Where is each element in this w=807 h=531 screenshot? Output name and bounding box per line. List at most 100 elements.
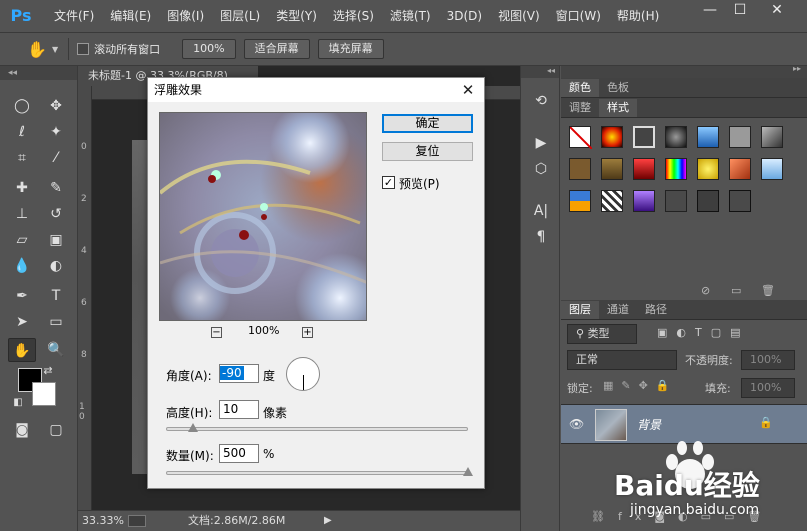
clear-style-icon[interactable]: ⊘: [701, 284, 710, 297]
reset-button[interactable]: 复位: [382, 142, 473, 161]
default-colors-icon[interactable]: ◧: [10, 396, 26, 410]
style-swatch[interactable]: [761, 158, 783, 180]
history-panel-icon[interactable]: ⟲: [529, 90, 553, 112]
style-swatch[interactable]: [729, 126, 751, 148]
background-color-swatch[interactable]: [32, 382, 56, 406]
layer-filter-select[interactable]: ⚲ 类型: [567, 324, 637, 344]
menu-select[interactable]: 选择(S): [325, 0, 382, 32]
paragraph-panel-icon[interactable]: ¶: [529, 226, 553, 248]
menu-image[interactable]: 图像(I): [159, 0, 212, 32]
move-tool-icon[interactable]: ✥: [42, 94, 70, 118]
actions-panel-icon[interactable]: ▶: [529, 132, 553, 154]
style-swatch[interactable]: [761, 126, 783, 148]
menu-layer[interactable]: 图层(L): [212, 0, 268, 32]
maximize-button[interactable]: ☐: [725, 0, 755, 22]
screen-mode-icon[interactable]: ▢: [42, 418, 70, 442]
gradient-tool-icon[interactable]: ▣: [42, 228, 70, 252]
menu-file[interactable]: 文件(F): [46, 0, 102, 32]
height-input[interactable]: 10: [219, 400, 259, 419]
toolbox-collapse-icon[interactable]: ◂◂: [0, 66, 77, 80]
layer-name[interactable]: 背景: [637, 416, 661, 433]
style-swatch[interactable]: [697, 190, 719, 212]
amount-slider-thumb[interactable]: [463, 467, 473, 476]
style-swatch[interactable]: [729, 190, 751, 212]
zoom-tool-icon[interactable]: 🔍: [42, 338, 70, 362]
menu-view[interactable]: 视图(V): [490, 0, 548, 32]
menu-type[interactable]: 类型(Y): [268, 0, 325, 32]
new-style-icon[interactable]: ▭: [731, 284, 741, 297]
swap-colors-icon[interactable]: ⇄: [40, 364, 56, 378]
hand-tool-preset-icon[interactable]: ✋: [22, 40, 52, 59]
minimize-button[interactable]: —: [695, 0, 725, 22]
strip-collapse-icon[interactable]: ◂◂: [521, 66, 559, 78]
hand-tool-icon[interactable]: ✋: [8, 338, 36, 362]
preview-checkbox[interactable]: ✓: [382, 176, 395, 189]
style-swatch[interactable]: [665, 126, 687, 148]
angle-dial[interactable]: [286, 357, 320, 391]
pen-tool-icon[interactable]: ✒: [8, 284, 36, 308]
window-close-button[interactable]: ✕: [762, 0, 792, 22]
dodge-tool-icon[interactable]: ◐: [42, 254, 70, 278]
brush-tool-icon[interactable]: ✎: [42, 176, 70, 200]
tab-swatches[interactable]: 色板: [599, 79, 637, 97]
menu-help[interactable]: 帮助(H): [609, 0, 667, 32]
opacity-field[interactable]: 100%: [741, 350, 795, 370]
chevron-down-icon[interactable]: ▼: [52, 45, 58, 54]
fit-screen-button[interactable]: 适合屏幕: [243, 39, 310, 59]
zoom-level[interactable]: 33.33%: [82, 511, 124, 531]
angle-input[interactable]: -90: [219, 364, 259, 383]
clone-stamp-tool-icon[interactable]: ⊥: [8, 202, 36, 226]
menu-window[interactable]: 窗口(W): [548, 0, 609, 32]
crop-tool-icon[interactable]: ⌗: [8, 146, 36, 170]
amount-input[interactable]: 500: [219, 444, 259, 463]
tab-adjustments[interactable]: 调整: [561, 99, 599, 117]
eraser-tool-icon[interactable]: ▱: [8, 228, 36, 252]
preview-image[interactable]: [159, 112, 367, 321]
status-arrow-icon[interactable]: ▶: [324, 511, 332, 531]
tab-color[interactable]: 颜色: [561, 79, 599, 97]
properties-panel-icon[interactable]: ⬡: [529, 158, 553, 180]
menu-filter[interactable]: 滤镜(T): [382, 0, 439, 32]
fill-screen-button[interactable]: 填充屏幕: [317, 39, 384, 59]
close-icon[interactable]: ✕: [458, 78, 478, 102]
menu-edit[interactable]: 编辑(E): [102, 0, 159, 32]
blend-mode-select[interactable]: 正常: [567, 350, 677, 370]
scroll-all-checkbox[interactable]: [77, 43, 90, 55]
style-swatch[interactable]: [601, 126, 623, 148]
style-swatch[interactable]: [697, 126, 719, 148]
style-swatch[interactable]: [697, 158, 719, 180]
delete-style-icon[interactable]: 🗑: [761, 284, 775, 297]
style-swatch[interactable]: [633, 158, 655, 180]
character-panel-icon[interactable]: A|: [529, 200, 553, 222]
style-swatch[interactable]: [633, 126, 655, 148]
quick-mask-icon[interactable]: ◙: [8, 418, 36, 442]
ok-button[interactable]: 确定: [382, 114, 473, 133]
tab-paths[interactable]: 路径: [637, 301, 675, 319]
style-swatch[interactable]: [633, 190, 655, 212]
path-selection-tool-icon[interactable]: ➤: [8, 310, 36, 334]
style-swatch[interactable]: [601, 190, 623, 212]
zoom-100-button[interactable]: 100%: [182, 39, 236, 59]
lock-icons[interactable]: ▦✎✥🔒: [603, 379, 678, 392]
eye-icon[interactable]: 👁: [569, 417, 584, 431]
tab-layers[interactable]: 图层: [561, 301, 599, 319]
status-menu-icon[interactable]: [128, 515, 146, 527]
style-swatch[interactable]: [729, 158, 751, 180]
height-slider-track[interactable]: [166, 427, 468, 431]
tab-styles[interactable]: 样式: [599, 99, 637, 117]
style-none-swatch[interactable]: [569, 126, 593, 150]
lasso-tool-icon[interactable]: ℓ: [8, 120, 36, 144]
zoom-in-button[interactable]: +: [302, 327, 313, 338]
style-swatch[interactable]: [665, 190, 687, 212]
history-brush-tool-icon[interactable]: ↺: [42, 202, 70, 226]
layer-filter-icons[interactable]: ▣◐T▢▤: [657, 326, 750, 339]
eyedropper-tool-icon[interactable]: ⁄: [42, 146, 70, 170]
amount-slider-track[interactable]: [166, 471, 468, 475]
height-slider-thumb[interactable]: [188, 423, 199, 432]
fill-field[interactable]: 100%: [741, 378, 795, 398]
type-tool-icon[interactable]: T: [42, 284, 70, 308]
style-swatch[interactable]: [601, 158, 623, 180]
dock-collapse-icon[interactable]: ▸▸: [793, 64, 801, 73]
tab-channels[interactable]: 通道: [599, 301, 637, 319]
shape-tool-icon[interactable]: ▭: [42, 310, 70, 334]
